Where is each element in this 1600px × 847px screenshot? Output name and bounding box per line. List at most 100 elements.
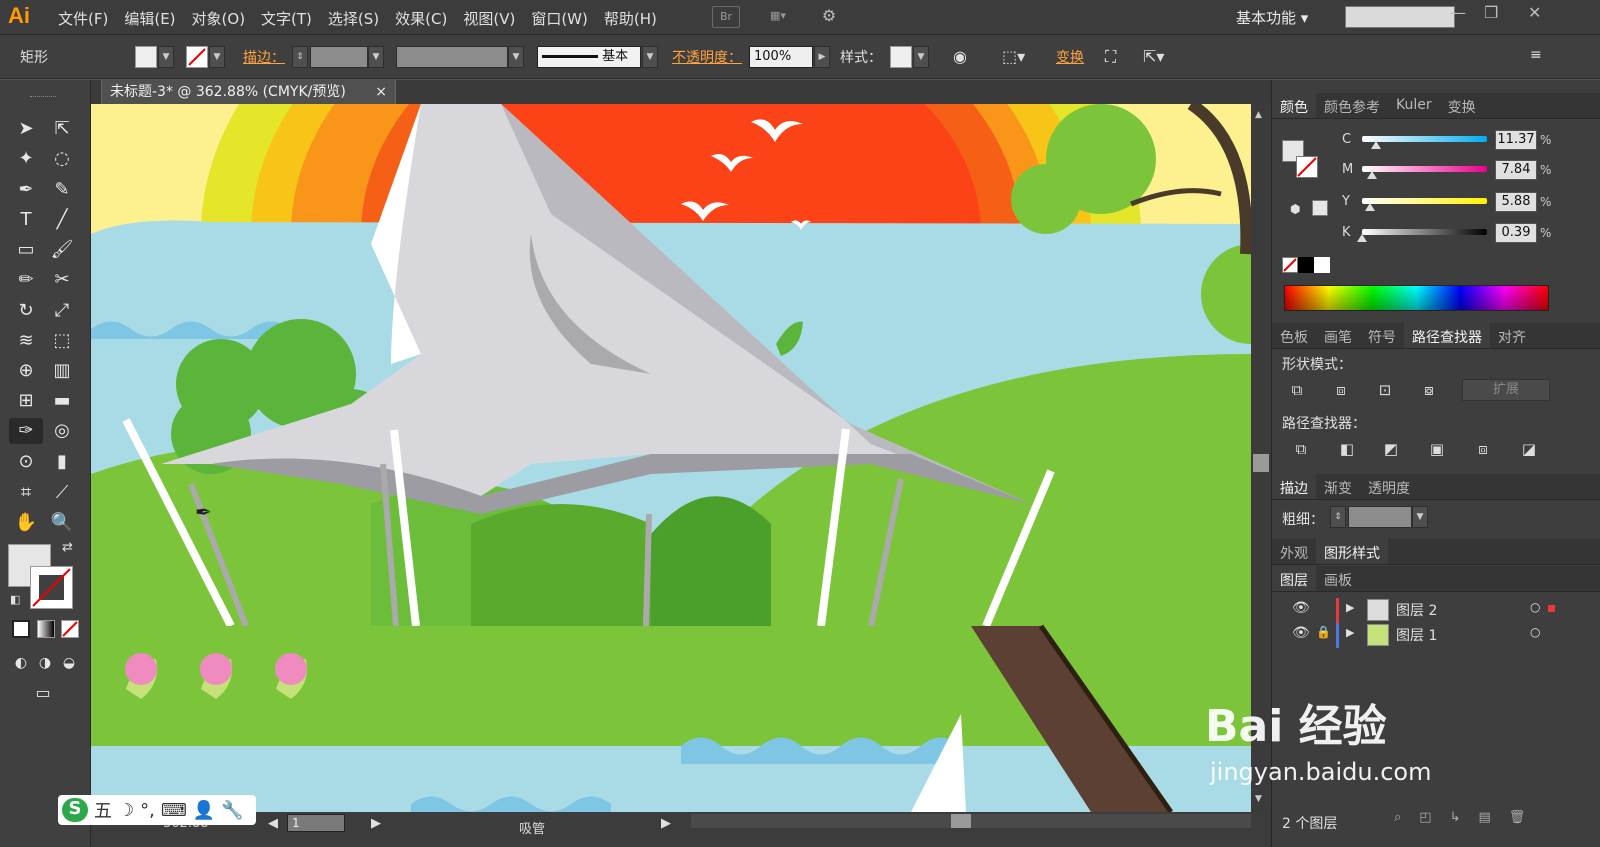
fill-dropdown[interactable]: ▼ [158,46,174,68]
pen-tool-icon[interactable]: ✒ [9,177,43,203]
gamut-swatch[interactable] [1312,200,1328,216]
line-tool-icon[interactable]: ╱ [45,207,79,233]
artboard-next-icon[interactable]: ▶ [371,816,381,831]
workspace-switcher[interactable]: 基本功能 ▾ [1236,7,1308,28]
menu-type[interactable]: 文字(T) [261,8,312,29]
visibility-eye-icon[interactable]: 👁 [1292,600,1310,616]
fill-swatch[interactable] [135,46,157,68]
minus-back-icon[interactable]: ◪ [1518,438,1540,460]
tab-artboards[interactable]: 画板 [1316,566,1360,591]
stroke-swatch[interactable] [186,46,208,68]
outline-icon[interactable]: ⧈ [1472,438,1494,460]
style-dropdown[interactable]: ▼ [913,46,929,68]
exclude-icon[interactable]: ⧇ [1418,379,1440,401]
minus-front-icon[interactable]: ⧈ [1330,379,1352,401]
input-mode[interactable]: 五 [94,797,112,823]
target-icon[interactable]: ○ [1530,625,1540,639]
gpu-performance-icon[interactable]: ⚙ [815,6,843,28]
unite-icon[interactable]: ⧉ [1286,379,1308,401]
new-sublayer-icon[interactable]: ↳ [1450,810,1461,825]
stroke-weight-dropdown[interactable]: ▼ [368,46,384,68]
channel-c-thumb[interactable] [1370,141,1381,149]
channel-m-value[interactable]: 7.84 [1495,160,1537,180]
black-swatch[interactable] [1298,257,1314,273]
sogou-logo-icon[interactable]: S [62,798,88,822]
expand-layer-icon[interactable]: ▶ [1346,601,1354,614]
selection-indicator[interactable] [1548,605,1555,612]
mesh-tool-icon[interactable]: ⊞ [9,388,43,414]
user-icon[interactable]: 👤 [193,800,215,821]
menu-select[interactable]: 选择(S) [328,8,379,29]
none-swatch[interactable] [1282,257,1298,273]
crop-icon[interactable]: ▣ [1426,438,1448,460]
stroke-link[interactable]: 描边： [243,47,285,67]
isolate-icon[interactable]: ⛶ [1105,47,1116,67]
curvature-tool-icon[interactable]: ✎ [45,177,79,203]
gradient-tool-icon[interactable]: ▬ [45,388,79,414]
channel-k-value[interactable]: 0.39 [1495,223,1537,243]
transform-link[interactable]: 变换 [1056,47,1084,67]
horizontal-scroll-thumb[interactable] [951,814,971,828]
half-width-icon[interactable]: ☽ [118,800,134,821]
status-menu-arrow[interactable]: ▶ [661,816,671,831]
new-layer-icon[interactable]: ▤ [1478,810,1490,825]
stroke-color-box[interactable] [30,566,73,609]
scissors-tool-icon[interactable]: ✂ [45,267,79,293]
tab-color[interactable]: 颜色 [1272,93,1316,118]
tab-align[interactable]: 对齐 [1490,323,1534,348]
tab-transform[interactable]: 变换 [1440,93,1484,118]
tab-pathfinder[interactable]: 路径查找器 [1404,323,1490,348]
stroke-weight-field[interactable] [310,46,368,68]
arrange-documents-icon[interactable]: ▦▾ [760,6,796,28]
perspective-grid-tool-icon[interactable]: ▥ [45,358,79,384]
opacity-arrow[interactable]: ▶ [814,46,830,68]
tab-color-guide[interactable]: 颜色参考 [1316,93,1388,118]
channel-k-slider[interactable] [1357,229,1487,242]
keyboard-icon[interactable]: ⌨ [161,800,187,821]
more-options-icon[interactable]: ⇱▾ [1143,47,1164,66]
out-of-gamut-icon[interactable]: ⬢ [1290,202,1300,216]
color-stroke-proxy[interactable] [1296,156,1318,178]
channel-y-value[interactable]: 5.88 [1495,192,1537,212]
align-icon[interactable]: ⬚▾ [1002,47,1025,66]
layer-row[interactable]: 👁 ▶ 图层 2 ○ [1280,598,1592,623]
tab-transparency[interactable]: 透明度 [1360,474,1418,499]
type-tool-icon[interactable]: T [9,207,43,233]
none-mode-icon[interactable] [61,620,79,638]
horizontal-scrollbar[interactable] [691,814,1251,828]
document-tab[interactable]: 未标题-3* @ 362.88% (CMYK/预览) × [101,80,396,104]
channel-y-thumb[interactable] [1364,203,1375,211]
minimize-button[interactable]: — [1450,3,1466,22]
variable-width-profile[interactable] [396,46,508,68]
screen-mode-icon[interactable]: ▭ [26,680,60,706]
tab-swatches[interactable]: 色板 [1272,323,1316,348]
blend-tool-icon[interactable]: ◎ [45,418,79,444]
brush-definition[interactable]: 基本 [537,46,641,68]
vertical-scroll-thumb[interactable] [1253,454,1269,472]
selection-tool-icon[interactable]: ➤ [9,116,43,142]
menu-effect[interactable]: 效果(C) [395,8,447,29]
stroke-weight-stepper[interactable]: ⇕ [292,46,308,68]
tab-layers[interactable]: 图层 [1272,566,1316,591]
lasso-tool-icon[interactable]: ◌ [45,146,79,172]
tab-gradient[interactable]: 渐变 [1316,474,1360,499]
layer-name[interactable]: 图层 2 [1396,600,1437,620]
channel-c-value[interactable]: 11.37 [1495,130,1537,150]
opacity-link[interactable]: 不透明度： [672,47,742,67]
make-clip-mask-icon[interactable]: ◰ [1419,810,1431,825]
paintbrush-tool-icon[interactable]: 🖌 [45,237,79,263]
panel-menu-icon[interactable]: ≡ [1530,47,1542,63]
artboard-number-field[interactable]: 1 [287,814,345,832]
expand-button[interactable]: 扩展 [1462,379,1550,401]
settings-wrench-icon[interactable]: 🔧 [221,800,243,821]
swap-fill-stroke-icon[interactable]: ⇄ [62,540,73,555]
visibility-eye-icon[interactable]: 👁 [1292,625,1310,641]
tab-appearance[interactable]: 外观 [1272,539,1316,564]
channel-y-slider[interactable] [1362,198,1487,211]
scroll-up-icon[interactable]: ▲ [1255,110,1262,120]
locate-object-icon[interactable]: ⌕ [1394,810,1401,825]
close-tab-button[interactable]: × [375,80,387,104]
slice-tool-icon[interactable]: ⟋ [45,480,79,506]
tab-kuler[interactable]: Kuler [1388,93,1440,118]
rotate-tool-icon[interactable]: ↻ [9,298,43,324]
